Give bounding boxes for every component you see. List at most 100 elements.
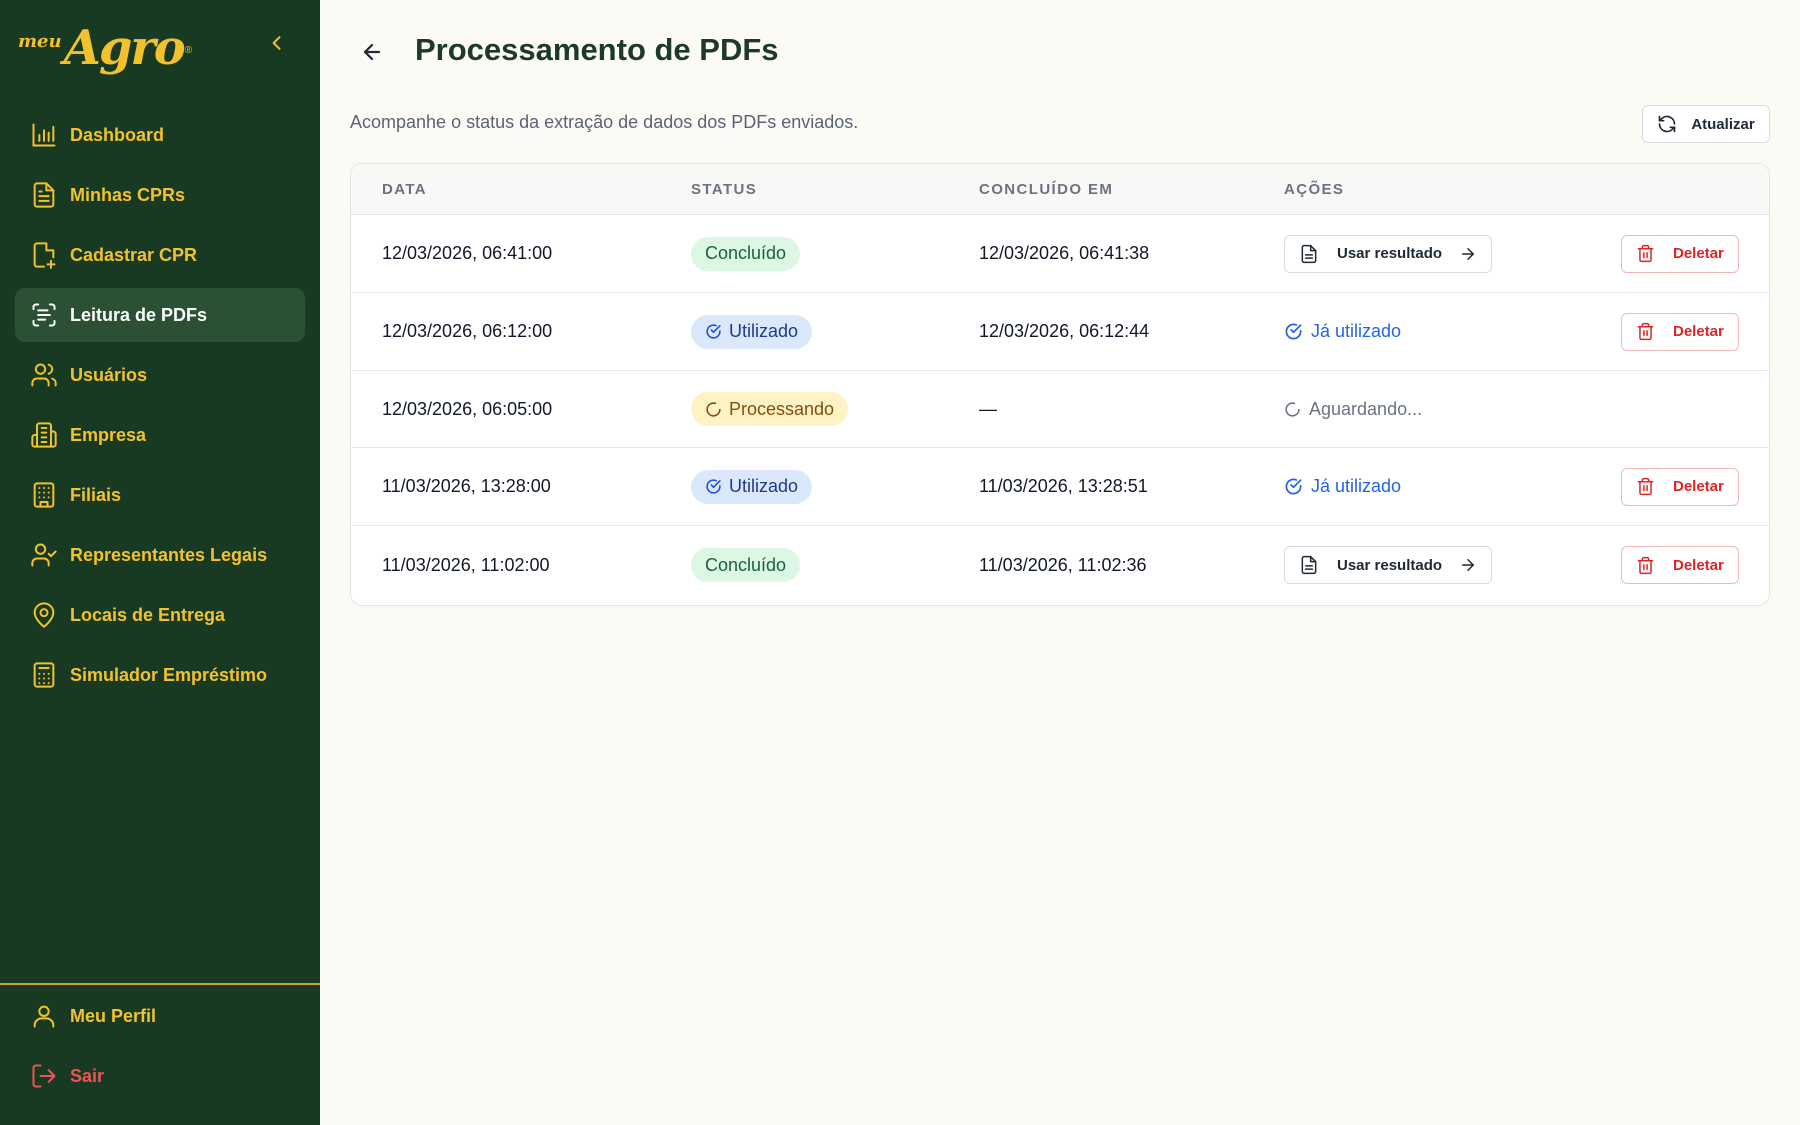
check-circle-icon — [1285, 478, 1302, 495]
sidebar-item-representantes-legais[interactable]: Representantes Legais — [15, 528, 305, 582]
trash-icon — [1637, 322, 1654, 341]
brand-logo-prefix: meu — [18, 31, 62, 52]
status-badge-utilizado: Utilizado — [691, 314, 813, 349]
already-used-label: Já utilizado — [1311, 476, 1402, 496]
loader-icon — [1285, 401, 1300, 417]
check-circle-icon — [706, 479, 721, 494]
page-subtitle: Acompanhe o status da extração de dados … — [350, 112, 859, 132]
refresh-icon — [1658, 115, 1676, 133]
status-badge-label: Processando — [729, 398, 835, 419]
row-status: Concluído — [691, 526, 801, 604]
page-title: Processamento de PDFs — [415, 32, 779, 67]
sidebar-item-label: Usuários — [70, 364, 148, 385]
row-delete: Deletar — [1621, 526, 1739, 604]
trash-icon — [1637, 477, 1654, 496]
sidebar-item-label: Minhas CPRs — [70, 184, 186, 205]
user-check-icon — [31, 543, 57, 567]
row-actions: Já utilizado — [1284, 293, 1401, 370]
file-plus-icon — [33, 242, 56, 269]
row-actions: Usar resultado — [1284, 526, 1492, 604]
building-icon — [31, 422, 57, 448]
table-row: 12/03/2026, 06:12:00 Utilizado 12/03/202… — [351, 293, 1769, 371]
delete-label: Deletar — [1673, 556, 1724, 574]
sidebar-item-leitura-de-pdfs[interactable]: Leitura de PDFs — [15, 288, 305, 342]
back-button[interactable] — [356, 36, 388, 68]
arrow-left-icon — [363, 43, 381, 61]
delete-button[interactable]: Deletar — [1621, 312, 1739, 351]
pdf-processing-table: DATA STATUS CONCLUÍDO EM AÇÕES 12/03/202… — [350, 163, 1770, 606]
delete-button[interactable]: Deletar — [1621, 546, 1739, 584]
waiting-label: Aguardando... — [1309, 398, 1423, 419]
sidebar-item-usuarios[interactable]: Usuários — [15, 348, 305, 402]
sidebar-bottom-nav: Meu Perfil Sair — [15, 989, 305, 1109]
delete-button[interactable]: Deletar — [1621, 234, 1739, 273]
sidebar-divider — [0, 983, 320, 985]
sidebar-item-cadastrar-cpr[interactable]: Cadastrar CPR — [15, 228, 305, 282]
refresh-button[interactable]: Atualizar — [1642, 105, 1770, 143]
sidebar-item-simulador-emprestimo[interactable]: Simulador Empréstimo — [15, 648, 305, 702]
use-result-button[interactable]: Usar resultado — [1284, 234, 1492, 273]
sidebar-item-minhas-cprs[interactable]: Minhas CPRs — [15, 168, 305, 222]
user-icon — [33, 1005, 55, 1028]
sidebar-item-filiais[interactable]: Filiais — [15, 468, 305, 522]
row-date: 12/03/2026, 06:12:00 — [382, 321, 553, 341]
row-delete: Deletar — [1621, 215, 1739, 292]
column-header-data: DATA — [382, 181, 428, 198]
status-badge-concluido: Concluído — [691, 548, 801, 582]
status-badge-utilizado: Utilizado — [691, 469, 813, 504]
sidebar-item-label: Dashboard — [70, 124, 165, 145]
sidebar-item-label: Filiais — [70, 484, 122, 505]
sidebar: meu Agro ® Dashboard Minhas CPRs Cadastr… — [0, 0, 320, 1125]
row-completed-at: 11/03/2026, 11:02:36 — [979, 554, 1147, 575]
table-row: 12/03/2026, 06:05:00 Processando — Aguar… — [351, 371, 1769, 448]
file-text-icon — [1301, 555, 1317, 575]
sidebar-item-label: Leitura de PDFs — [70, 304, 208, 325]
loader-icon — [706, 401, 721, 417]
waiting-indicator: Aguardando... — [1284, 399, 1422, 420]
brand-logo[interactable]: meu Agro ® — [18, 14, 192, 76]
use-result-label: Usar resultado — [1337, 245, 1443, 262]
trash-icon — [1637, 244, 1654, 263]
logout-icon — [32, 1064, 56, 1088]
delete-label: Deletar — [1673, 478, 1724, 495]
already-used-link[interactable]: Já utilizado — [1284, 321, 1401, 342]
collapse-sidebar-button[interactable] — [264, 30, 290, 56]
already-used-link[interactable]: Já utilizado — [1284, 476, 1401, 497]
row-status: Processando — [691, 371, 849, 447]
users-icon — [31, 363, 57, 387]
sidebar-item-label: Simulador Empréstimo — [70, 664, 268, 685]
table-row: 11/03/2026, 11:02:00 Concluído 11/03/202… — [351, 526, 1769, 604]
chevron-left-icon — [272, 36, 281, 50]
brand-logo-name: Agro — [63, 20, 186, 76]
sidebar-item-label: Locais de Entrega — [70, 604, 226, 625]
sidebar-item-meu-perfil[interactable]: Meu Perfil — [15, 989, 305, 1043]
sidebar-item-label: Sair — [70, 1065, 105, 1086]
document-icon — [33, 182, 55, 208]
row-actions: Já utilizado — [1284, 448, 1401, 525]
sidebar-nav: Dashboard Minhas CPRs Cadastrar CPR Leit… — [15, 108, 305, 708]
sidebar-item-empresa[interactable]: Empresa — [15, 408, 305, 462]
file-text-icon — [1301, 244, 1317, 263]
office-building-icon — [33, 482, 55, 508]
table-row: 11/03/2026, 13:28:00 Utilizado 11/03/202… — [351, 448, 1769, 526]
delete-label: Deletar — [1673, 245, 1724, 262]
sidebar-item-dashboard[interactable]: Dashboard — [15, 108, 305, 162]
status-badge-concluido: Concluído — [691, 236, 801, 271]
table-row: 12/03/2026, 06:41:00 Concluído 12/03/202… — [351, 215, 1769, 293]
check-circle-icon — [1285, 323, 1302, 340]
row-completed-at: 12/03/2026, 06:41:38 — [979, 243, 1150, 263]
refresh-label: Atualizar — [1691, 115, 1755, 133]
arrow-right-icon — [1462, 247, 1474, 260]
row-completed-at: 12/03/2026, 06:12:44 — [979, 321, 1150, 341]
row-status: Concluído — [691, 215, 801, 292]
sidebar-item-locais-de-entrega[interactable]: Locais de Entrega — [15, 588, 305, 642]
row-date: 12/03/2026, 06:41:00 — [382, 243, 553, 263]
delete-label: Deletar — [1673, 323, 1724, 340]
row-delete: Deletar — [1621, 293, 1739, 370]
use-result-button[interactable]: Usar resultado — [1284, 546, 1492, 584]
row-completed-at: 11/03/2026, 13:28:51 — [979, 476, 1148, 496]
use-result-label: Usar resultado — [1337, 556, 1443, 574]
sidebar-item-sair[interactable]: Sair — [15, 1049, 305, 1103]
status-badge-processando: Processando — [691, 392, 849, 426]
delete-button[interactable]: Deletar — [1621, 467, 1739, 506]
